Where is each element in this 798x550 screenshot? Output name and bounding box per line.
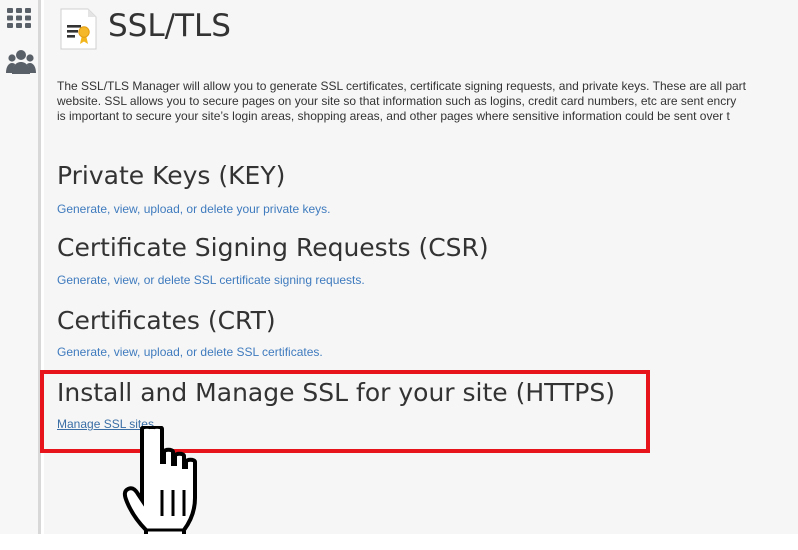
ssl-tls-page: SSL/TLS The SSL/TLS Manager will allow y… <box>0 0 798 550</box>
apps-grid-icon[interactable] <box>6 7 34 29</box>
private-keys-link[interactable]: Generate, view, upload, or delete your p… <box>57 201 331 217</box>
install-manage-ssl-heading: Install and Manage SSL for your site (HT… <box>57 378 615 407</box>
ssl-certificate-icon <box>60 8 97 50</box>
private-keys-heading: Private Keys (KEY) <box>57 161 286 190</box>
csr-heading: Certificate Signing Requests (CSR) <box>57 233 489 262</box>
csr-link[interactable]: Generate, view, or delete SSL certificat… <box>57 272 365 288</box>
hand-pointer-cursor-icon <box>122 426 197 542</box>
users-icon[interactable] <box>6 47 36 77</box>
bottom-strip <box>0 534 798 550</box>
intro-line: The SSL/TLS Manager will allow you to ge… <box>57 79 747 93</box>
intro-text: The SSL/TLS Manager will allow you to ge… <box>57 79 798 124</box>
intro-line: website. SSL allows you to secure pages … <box>57 94 737 108</box>
page-title: SSL/TLS <box>108 8 231 44</box>
intro-line: is important to secure your site’s login… <box>57 109 730 123</box>
certificates-heading: Certificates (CRT) <box>57 306 276 335</box>
left-sidebar <box>0 0 41 534</box>
certificates-link[interactable]: Generate, view, upload, or delete SSL ce… <box>57 344 323 360</box>
